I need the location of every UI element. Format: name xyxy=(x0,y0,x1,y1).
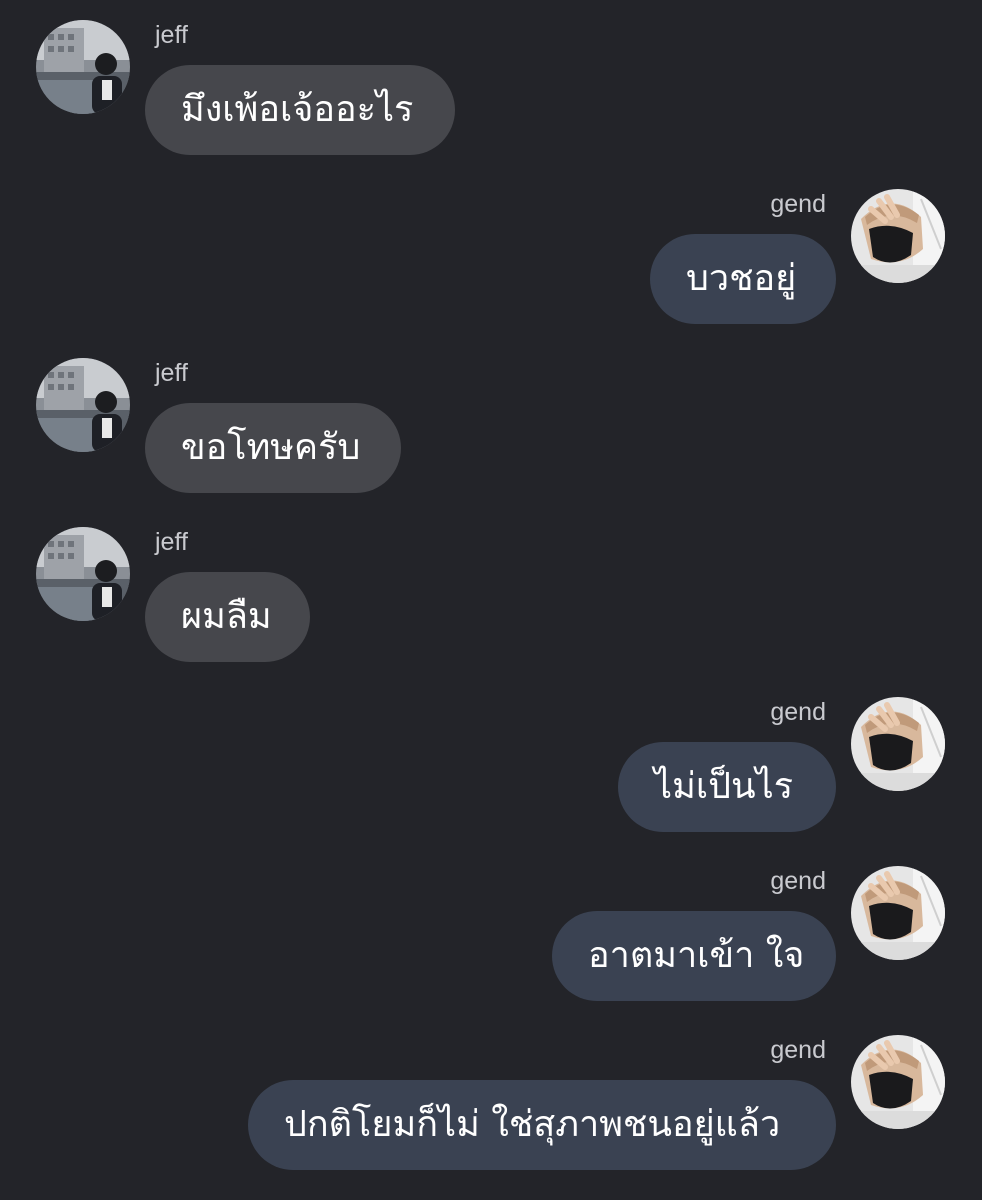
gend-avatar-photo-icon[interactable] xyxy=(851,1035,945,1129)
message-bubble[interactable]: มึงเพ้อเจ้ออะไร xyxy=(145,65,455,155)
jeff-avatar-photo-icon[interactable] xyxy=(36,358,130,452)
message-bubble[interactable]: บวชอยู่ xyxy=(650,234,836,324)
message-bubble[interactable]: ผมลืม xyxy=(145,572,310,662)
message-bubble[interactable]: อาตมาเข้า ใจ xyxy=(552,911,836,1001)
sender-name[interactable]: jeff xyxy=(155,358,188,388)
sender-name[interactable]: gend xyxy=(770,866,826,896)
sender-name[interactable]: gend xyxy=(770,1035,826,1065)
message-bubble[interactable]: ไม่เป็นไร xyxy=(618,742,836,832)
jeff-avatar-photo-icon[interactable] xyxy=(36,20,130,114)
message-bubble[interactable]: ปกติโยมก็ไม่ ใช่สุภาพชนอยู่แล้ว xyxy=(248,1080,836,1170)
gend-avatar-photo-icon[interactable] xyxy=(851,697,945,791)
gend-avatar-photo-icon[interactable] xyxy=(851,189,945,283)
jeff-avatar-photo-icon[interactable] xyxy=(36,527,130,621)
sender-name[interactable]: gend xyxy=(770,697,826,727)
gend-avatar-photo-icon[interactable] xyxy=(851,866,945,960)
sender-name[interactable]: jeff xyxy=(155,20,188,50)
sender-name[interactable]: gend xyxy=(770,189,826,219)
sender-name[interactable]: jeff xyxy=(155,527,188,557)
message-bubble[interactable]: ขอโทษครับ xyxy=(145,403,401,493)
